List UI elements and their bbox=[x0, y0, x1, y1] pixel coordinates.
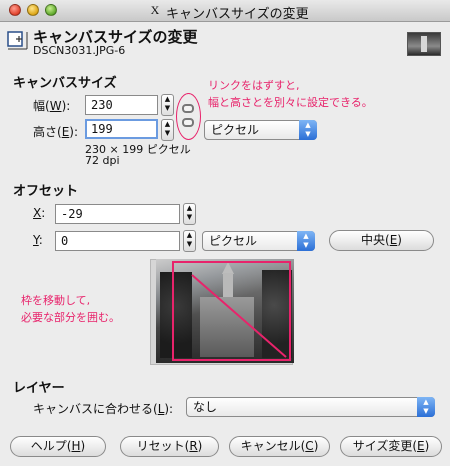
offset-heading: オフセット bbox=[13, 184, 79, 199]
image-name: DSCN3031.JPG-6 bbox=[33, 44, 126, 57]
offset-x-spinner[interactable]: ▲ ▼ bbox=[183, 203, 196, 225]
select-arrows-icon: ▲ ▼ bbox=[297, 231, 315, 251]
fit-layers-select[interactable]: なし ▲ ▼ bbox=[186, 397, 435, 417]
height-spinner[interactable]: ▲ ▼ bbox=[161, 119, 174, 141]
width-input[interactable]: 230 bbox=[85, 95, 158, 115]
chain-annotation: リンクをはずすと, 幅と高さとを別々に設定できる。 bbox=[208, 79, 373, 109]
offset-y-input[interactable]: 0 bbox=[55, 231, 180, 251]
canvas-resolution-info: 72 dpi bbox=[85, 154, 120, 167]
chain-highlight-oval bbox=[176, 93, 201, 140]
fit-layers-label: キャンバスに合わせる(L): bbox=[33, 402, 174, 416]
frame-diagonal-mark bbox=[191, 274, 287, 358]
width-label: 幅(W): bbox=[33, 99, 71, 113]
height-input[interactable]: 199 bbox=[85, 119, 158, 139]
offset-unit-select[interactable]: ピクセル ▲ ▼ bbox=[202, 231, 315, 251]
canvas-resize-icon bbox=[7, 31, 28, 50]
layers-heading: レイヤー bbox=[13, 381, 65, 396]
canvas-size-heading: キャンバスサイズ bbox=[13, 76, 117, 91]
offset-y-spinner[interactable]: ▲ ▼ bbox=[183, 230, 196, 252]
x11-icon: X bbox=[150, 3, 160, 17]
resize-button[interactable]: サイズ変更(E) bbox=[340, 436, 442, 457]
offset-x-input[interactable]: -29 bbox=[55, 204, 180, 224]
select-arrows-icon: ▲ ▼ bbox=[299, 120, 317, 140]
select-arrows-icon: ▲ ▼ bbox=[417, 397, 435, 417]
close-window-button[interactable] bbox=[9, 4, 21, 16]
help-button[interactable]: ヘルプ(H) bbox=[10, 436, 106, 457]
title-bar: X キャンバスサイズの変更 bbox=[0, 0, 450, 22]
reset-button[interactable]: リセット(R) bbox=[120, 436, 219, 457]
window-title: キャンバスサイズの変更 bbox=[166, 7, 309, 22]
center-button[interactable]: 中央(E) bbox=[329, 230, 434, 251]
width-spinner[interactable]: ▲ ▼ bbox=[161, 94, 174, 116]
zoom-window-button[interactable] bbox=[45, 4, 57, 16]
image-thumbnail bbox=[407, 32, 441, 56]
cancel-button[interactable]: キャンセル(C) bbox=[229, 436, 330, 457]
height-label: 高さ(E): bbox=[33, 125, 79, 139]
frame-annotation: 枠を移動して, 必要な部分を囲む。 bbox=[21, 294, 120, 324]
minimize-window-button[interactable] bbox=[27, 4, 39, 16]
size-unit-select[interactable]: ピクセル ▲ ▼ bbox=[204, 120, 317, 140]
offset-x-label: X: bbox=[33, 206, 46, 220]
offset-y-label: Y: bbox=[33, 233, 43, 247]
